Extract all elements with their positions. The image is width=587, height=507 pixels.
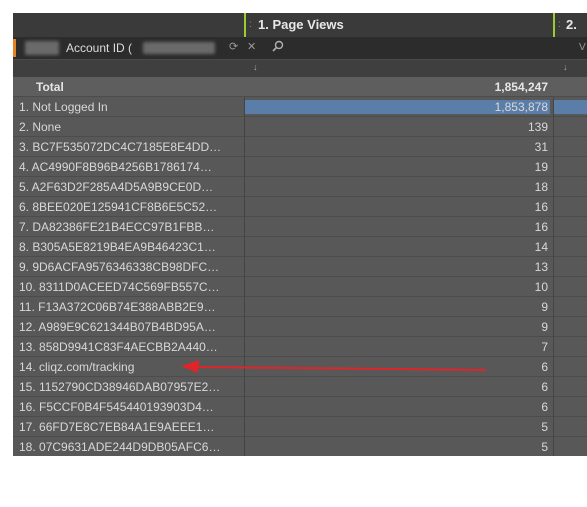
table-row[interactable]: 12. A989E9C621344B07B4BD95A… 9 (13, 317, 587, 337)
sort-row: ↓ ↓ (13, 59, 587, 77)
row-value: 1,853,878 (494, 100, 548, 114)
column-divider (553, 377, 554, 397)
row-label[interactable]: 10. 8311D0ACEED74C569FB557C… (19, 280, 243, 294)
search-icon[interactable] (272, 40, 284, 56)
table-row[interactable]: 16. F5CCF0B4F545440193903D4… 6 (13, 397, 587, 417)
row-label[interactable]: 8. B305A5E8219B4EA9B46423C1… (19, 240, 243, 254)
table-row[interactable]: 9. 9D6ACFA9576346338CB98DFC… 13 (13, 257, 587, 277)
column-divider (553, 297, 554, 317)
column-divider[interactable] (553, 13, 555, 37)
table-row[interactable]: 10. 8311D0ACEED74C569FB557C… 10 (13, 277, 587, 297)
column-divider[interactable] (244, 13, 246, 37)
row-value: 16 (534, 200, 548, 214)
table-row[interactable]: 11. F13A372C06B74E388ABB2E9… 9 (13, 297, 587, 317)
row-label[interactable]: 17. 66FD7E8C7EB84A1E9AEEE1… (19, 420, 243, 434)
table-row[interactable]: 6. 8BEE020E125941CF8B6E5C52… 16 (13, 197, 587, 217)
column-divider (553, 437, 554, 456)
column-divider (553, 417, 554, 437)
table-row[interactable]: 5. A2F63D2F285A4D5A9B9CE0D… 18 (13, 177, 587, 197)
row-label[interactable]: 12. A989E9C621344B07B4BD95A… (19, 320, 243, 334)
row-label[interactable]: 15. 1152790CD38946DAB07957E2… (19, 380, 243, 394)
row-label[interactable]: 6. 8BEE020E125941CF8B6E5C52… (19, 200, 243, 214)
column-divider (553, 397, 554, 417)
row-label[interactable]: 11. F13A372C06B74E388ABB2E9… (19, 300, 243, 314)
column-divider (553, 217, 554, 237)
column-divider (553, 237, 554, 257)
dimension-label[interactable]: Account ID ( (66, 41, 132, 55)
metric-header-row: : 1. Page Views : 2. (13, 13, 587, 37)
sort-arrow-icon[interactable]: ↓ (253, 61, 258, 73)
total-row: Total 1,854,247 (13, 77, 587, 97)
row-value: 18 (534, 180, 548, 194)
row-label[interactable]: 14. cliqz.com/tracking (19, 360, 243, 374)
row-label[interactable]: 2. None (19, 120, 243, 134)
row-label[interactable]: 4. AC4990F8B96B4256B1786174… (19, 160, 243, 174)
row-label[interactable]: 5. A2F63D2F285A4D5A9B9CE0D… (19, 180, 243, 194)
row-value: 7 (541, 340, 548, 354)
row-value: 9 (541, 320, 548, 334)
table-row[interactable]: 13. 858D9941C83F4AECBB2A440… 7 (13, 337, 587, 357)
table-row[interactable]: 17. 66FD7E8C7EB84A1E9AEEE1… 5 (13, 417, 587, 437)
row-value: 6 (541, 380, 548, 394)
redacted-area (25, 41, 59, 55)
table-row[interactable]: 2. None 139 (13, 117, 587, 137)
column-divider (553, 337, 554, 357)
column-divider (553, 277, 554, 297)
sort-arrow-icon[interactable]: ↓ (563, 61, 568, 73)
dimension-accent (13, 39, 16, 57)
row-value: 6 (541, 360, 548, 374)
row-label[interactable]: 7. DA82386FE21B4ECC97B1FBB… (19, 220, 243, 234)
column-divider (553, 257, 554, 277)
total-label: Total (36, 80, 64, 94)
row-value: 14 (534, 240, 548, 254)
row-label[interactable]: 18. 07C9631ADE244D9DB05AFC6… (19, 440, 243, 454)
column-title-2[interactable]: 2. (566, 17, 577, 33)
table-row[interactable]: 7. DA82386FE21B4ECC97B1FBB… 16 (13, 217, 587, 237)
table-row[interactable]: 3. BC7F535072DC4C7185E8E4DD… 31 (13, 137, 587, 157)
column-divider (553, 177, 554, 197)
row-value: 10 (534, 280, 548, 294)
row-label[interactable]: 3. BC7F535072DC4C7185E8E4DD… (19, 140, 243, 154)
row-label[interactable]: 1. Not Logged In (19, 100, 243, 114)
column-divider (553, 117, 554, 137)
column-drag-handle[interactable]: : (249, 19, 252, 31)
table-row[interactable]: 1. Not Logged In 1,853,878 (13, 97, 587, 117)
column-divider (553, 317, 554, 337)
row-value: 5 (541, 440, 548, 454)
column-drag-handle[interactable]: : (558, 19, 561, 31)
row-value: 6 (541, 400, 548, 414)
column-divider (553, 357, 554, 377)
table-row[interactable]: 18. 07C9631ADE244D9DB05AFC6… 5 (13, 437, 587, 456)
row-value: 19 (534, 160, 548, 174)
redacted-area (143, 42, 215, 54)
table-row[interactable]: 8. B305A5E8219B4EA9B46423C1… 14 (13, 237, 587, 257)
analytics-freeform-table: : 1. Page Views : 2. Account ID ( ⟳ ✕ V … (13, 13, 587, 456)
table-row[interactable]: 14. cliqz.com/tracking 6 (13, 357, 587, 377)
row-value: 139 (527, 120, 548, 134)
row-value: 31 (534, 140, 548, 154)
value-bar (554, 100, 587, 114)
column-divider (553, 97, 554, 117)
table-row[interactable]: 15. 1152790CD38946DAB07957E2… 6 (13, 377, 587, 397)
row-label[interactable]: 9. 9D6ACFA9576346338CB98DFC… (19, 260, 243, 274)
close-icon[interactable]: ✕ (247, 40, 256, 54)
row-value: 5 (541, 420, 548, 434)
column-divider (553, 157, 554, 177)
total-value: 1,854,247 (494, 80, 548, 94)
column-title-page-views[interactable]: 1. Page Views (258, 17, 344, 33)
refresh-icon[interactable]: ⟳ (229, 40, 238, 54)
column-divider (553, 197, 554, 217)
row-value: 16 (534, 220, 548, 234)
row-label[interactable]: 16. F5CCF0B4F545440193903D4… (19, 400, 243, 414)
row-label[interactable]: 13. 858D9941C83F4AECBB2A440… (19, 340, 243, 354)
row-value: 9 (541, 300, 548, 314)
dimension-header-row: Account ID ( ⟳ ✕ V (13, 37, 587, 59)
row-value: 13 (534, 260, 548, 274)
truncated-header-text: V (579, 42, 586, 53)
table-row[interactable]: 4. AC4990F8B96B4256B1786174… 19 (13, 157, 587, 177)
column-divider (553, 137, 554, 157)
